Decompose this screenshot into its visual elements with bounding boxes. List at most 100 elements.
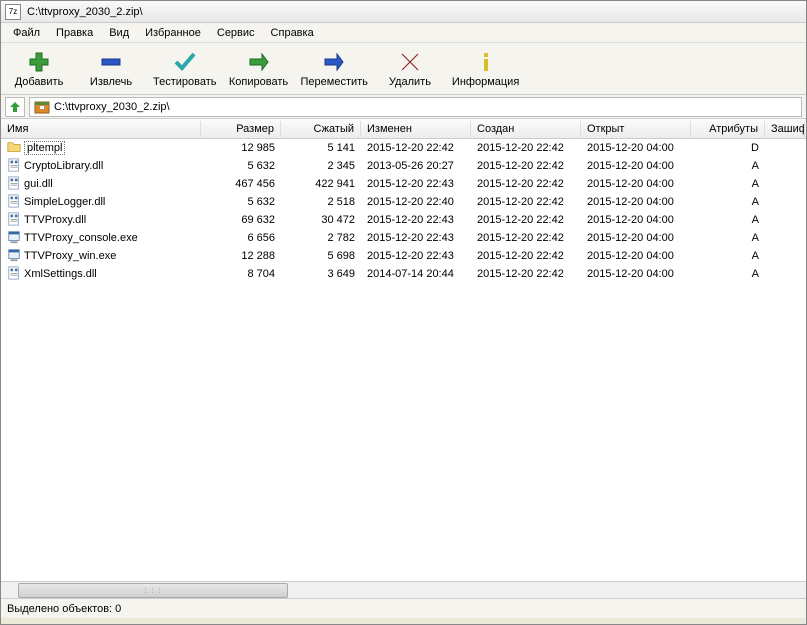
col-size[interactable]: Размер [201, 121, 281, 137]
file-attr: A [691, 159, 765, 173]
file-name: SimpleLogger.dll [24, 196, 105, 208]
up-arrow-icon [9, 101, 21, 113]
file-packed: 30 472 [281, 213, 361, 227]
file-opened: 2015-12-20 04:00 [581, 195, 691, 209]
file-name-cell: gui.dll [1, 175, 201, 194]
file-packed: 422 941 [281, 177, 361, 191]
address-path: C:\ttvproxy_2030_2.zip\ [54, 101, 170, 113]
info-button[interactable]: Информация [452, 46, 519, 92]
menu-edit[interactable]: Правка [48, 25, 101, 41]
file-attr: A [691, 177, 765, 191]
addressbar: C:\ttvproxy_2030_2.zip\ [1, 95, 806, 119]
dll-icon [7, 194, 21, 211]
file-opened: 2015-12-20 04:00 [581, 267, 691, 281]
file-size: 12 985 [201, 141, 281, 155]
file-attr: A [691, 267, 765, 281]
address-field[interactable]: C:\ttvproxy_2030_2.zip\ [29, 97, 802, 117]
file-size: 69 632 [201, 213, 281, 227]
file-modified: 2015-12-20 22:43 [361, 213, 471, 227]
file-name-cell: SimpleLogger.dll [1, 193, 201, 212]
list-header: Имя Размер Сжатый Изменен Создан Открыт … [1, 119, 806, 139]
dll-icon [7, 176, 21, 193]
toolbar: Добавить Извлечь Тестировать Копировать … [1, 43, 806, 95]
file-size: 467 456 [201, 177, 281, 191]
file-row[interactable]: TTVProxy.dll 69 63230 4722015-12-20 22:43… [1, 211, 806, 229]
file-name: TTVProxy.dll [24, 214, 86, 226]
file-created: 2015-12-20 22:42 [471, 249, 581, 263]
dll-icon [7, 158, 21, 175]
col-encrypted[interactable]: Зашиф [765, 121, 805, 137]
file-name: XmlSettings.dll [24, 268, 97, 280]
file-row[interactable]: gui.dll467 456422 9412015-12-20 22:43201… [1, 175, 806, 193]
file-name-cell: pltempl [1, 139, 201, 158]
col-opened[interactable]: Открыт [581, 121, 691, 137]
menu-favorites[interactable]: Избранное [137, 25, 209, 41]
test-label: Тестировать [153, 76, 217, 88]
info-icon [474, 50, 498, 74]
file-packed: 2 345 [281, 159, 361, 173]
menu-service[interactable]: Сервис [209, 25, 263, 41]
info-label: Информация [452, 76, 519, 88]
app-icon: 7z [5, 4, 21, 20]
col-attributes[interactable]: Атрибуты [691, 121, 765, 137]
file-modified: 2015-12-20 22:43 [361, 249, 471, 263]
file-opened: 2015-12-20 04:00 [581, 213, 691, 227]
file-row[interactable]: CryptoLibrary.dll5 6322 3452013-05-26 20… [1, 157, 806, 175]
exe-icon [7, 230, 21, 247]
file-name-cell: TTVProxy_console.exe [1, 229, 201, 248]
menu-view[interactable]: Вид [101, 25, 137, 41]
col-modified[interactable]: Изменен [361, 121, 471, 137]
extract-button[interactable]: Извлечь [81, 46, 141, 92]
scrollbar-thumb[interactable]: ⋮⋮⋮ [18, 583, 288, 598]
test-button[interactable]: Тестировать [153, 46, 217, 92]
file-modified: 2014-07-14 20:44 [361, 267, 471, 281]
file-attr: A [691, 213, 765, 227]
menubar: Файл Правка Вид Избранное Сервис Справка [1, 23, 806, 43]
file-created: 2015-12-20 22:42 [471, 159, 581, 173]
file-row[interactable]: TTVProxy_win.exe12 2885 6982015-12-20 22… [1, 247, 806, 265]
file-row[interactable]: pltempl12 9855 1412015-12-20 22:422015-1… [1, 139, 806, 157]
file-row[interactable]: XmlSettings.dll8 7043 6492014-07-14 20:4… [1, 265, 806, 283]
file-name-cell: XmlSettings.dll [1, 265, 201, 284]
file-name-cell: TTVProxy_win.exe [1, 247, 201, 266]
delete-button[interactable]: Удалить [380, 46, 440, 92]
minus-icon [99, 50, 123, 74]
file-opened: 2015-12-20 04:00 [581, 231, 691, 245]
copy-button[interactable]: Копировать [229, 46, 289, 92]
file-name: TTVProxy_win.exe [24, 250, 116, 262]
file-size: 6 656 [201, 231, 281, 245]
file-created: 2015-12-20 22:42 [471, 213, 581, 227]
up-button[interactable] [5, 97, 25, 117]
file-modified: 2015-12-20 22:42 [361, 141, 471, 155]
extract-label: Извлечь [90, 76, 132, 88]
copy-arrow-icon [247, 50, 271, 74]
file-created: 2015-12-20 22:42 [471, 141, 581, 155]
menu-file[interactable]: Файл [5, 25, 48, 41]
file-row[interactable]: SimpleLogger.dll5 6322 5182015-12-20 22:… [1, 193, 806, 211]
col-packed[interactable]: Сжатый [281, 121, 361, 137]
file-modified: 2015-12-20 22:43 [361, 177, 471, 191]
file-name: gui.dll [24, 178, 53, 190]
file-packed: 3 649 [281, 267, 361, 281]
menu-help[interactable]: Справка [263, 25, 322, 41]
statusbar: Выделено объектов: 0 [1, 598, 806, 618]
add-button[interactable]: Добавить [9, 46, 69, 92]
titlebar: 7z C:\ttvproxy_2030_2.zip\ [1, 1, 806, 23]
file-attr: A [691, 195, 765, 209]
folder-icon [7, 140, 21, 157]
exe-icon [7, 248, 21, 265]
plus-icon [27, 50, 51, 74]
file-name: TTVProxy_console.exe [24, 232, 138, 244]
file-size: 12 288 [201, 249, 281, 263]
horizontal-scrollbar[interactable]: ⋮⋮⋮ [1, 581, 806, 598]
file-packed: 2 518 [281, 195, 361, 209]
col-created[interactable]: Создан [471, 121, 581, 137]
dll-icon [7, 212, 21, 229]
move-button[interactable]: Переместить [301, 46, 368, 92]
file-row[interactable]: TTVProxy_console.exe6 6562 7822015-12-20… [1, 229, 806, 247]
file-list[interactable]: Имя Размер Сжатый Изменен Создан Открыт … [1, 119, 806, 581]
file-created: 2015-12-20 22:42 [471, 177, 581, 191]
check-icon [173, 50, 197, 74]
file-opened: 2015-12-20 04:00 [581, 177, 691, 191]
col-name[interactable]: Имя [1, 121, 201, 137]
